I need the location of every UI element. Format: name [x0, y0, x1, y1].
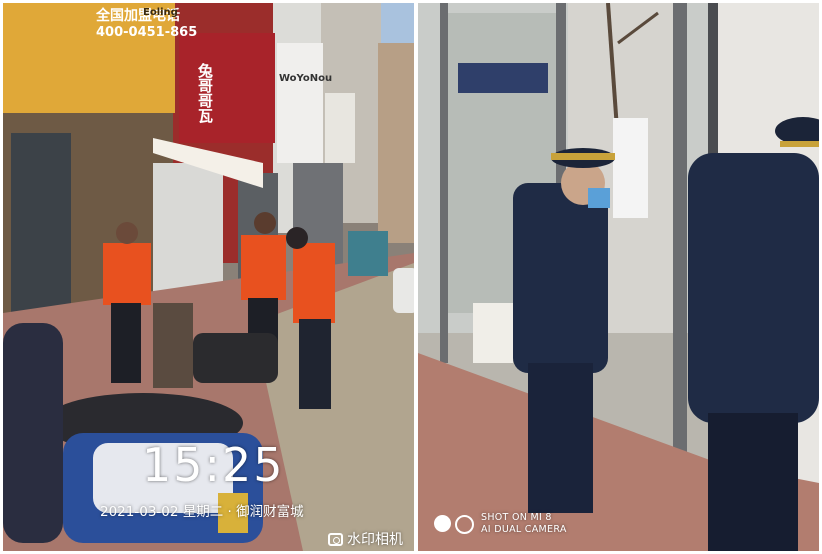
sign-franchise-phone: 400-0451-865	[96, 25, 198, 40]
dual-camera-icon	[434, 514, 474, 534]
shot-on-line1: SHOT ON MI 8	[481, 512, 552, 523]
sign-white-shop: WoYoNou	[279, 73, 333, 84]
watermark-time: 15:25	[142, 438, 285, 492]
sign-brand: Eoling	[143, 7, 178, 18]
storefront-scene-right	[418, 3, 819, 551]
sign-red-shop: 兔哥哥瓦	[196, 63, 214, 123]
camera-icon	[328, 532, 343, 546]
shot-on-watermark: SHOT ON MI 8 AI DUAL CAMERA	[434, 512, 567, 536]
watermark-date-location: 2021-03-02 星期二 · 御润财富城	[100, 504, 304, 520]
shot-on-line2: AI DUAL CAMERA	[481, 524, 567, 535]
right-photo	[418, 3, 819, 551]
watermark-camera-app: 水印相机	[328, 529, 403, 549]
camera-app-label: 水印相机	[347, 532, 403, 548]
